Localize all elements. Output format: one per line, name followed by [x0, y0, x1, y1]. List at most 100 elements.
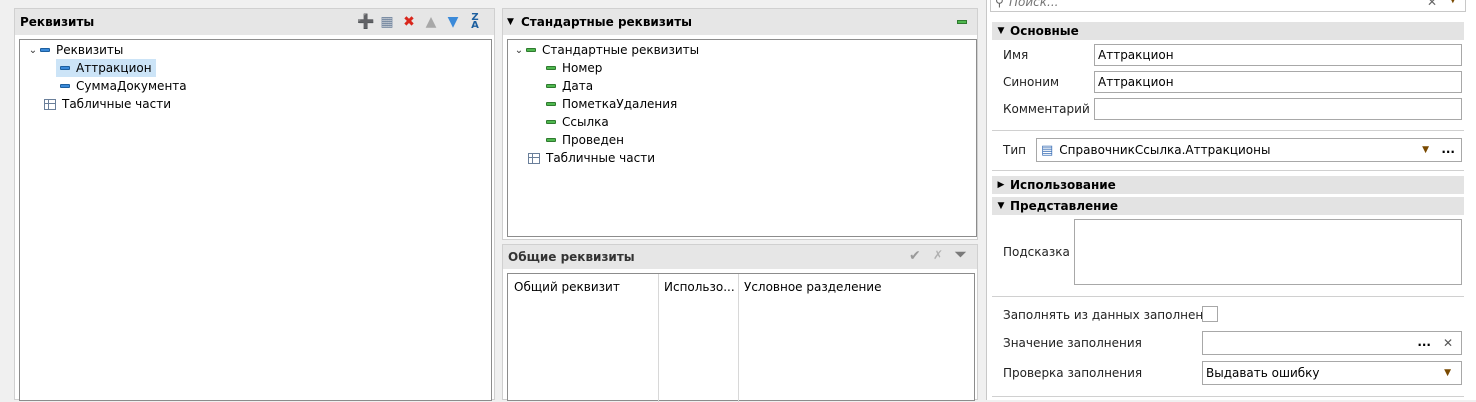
type-field[interactable]: ▤ СправочникСсылка.Аттракционы ▼ ...: [1036, 138, 1462, 162]
move-down-icon[interactable]: ▼: [445, 14, 461, 30]
left-tree: ⌄ Реквизиты Аттракцион СуммаДокумента Та…: [19, 39, 492, 401]
add-table-icon[interactable]: ▦: [379, 14, 395, 30]
attribute-icon: [40, 48, 50, 52]
tree-item-label: СуммаДокумента: [76, 79, 187, 93]
sort-icon[interactable]: ZA: [467, 13, 483, 31]
section-usage-title: Использование: [1010, 178, 1116, 192]
tree-item-label: Проведен: [562, 133, 624, 147]
column-header-common-attribute[interactable]: Общий реквизит: [514, 280, 620, 294]
fill-from-data-checkbox[interactable]: [1202, 306, 1218, 322]
move-up-icon[interactable]: ▲: [423, 14, 439, 30]
common-attributes-panel: Общие реквизиты ✔ ✗ ⏷ Общий реквизит Исп…: [502, 244, 978, 402]
tree-item-ref[interactable]: Ссылка: [546, 113, 609, 131]
tree-item-label: Дата: [562, 79, 594, 93]
left-panel-title: Реквизиты: [20, 15, 95, 29]
tree-item-posted[interactable]: Проведен: [546, 131, 624, 149]
section-main[interactable]: ▼ Основные: [992, 22, 1464, 40]
tree-item-rekvizity[interactable]: ⌄ Реквизиты: [26, 41, 124, 59]
minimize-icon[interactable]: [957, 20, 967, 24]
fill-value-field[interactable]: ... ✕: [1202, 331, 1462, 355]
filter-icon[interactable]: ⏷: [955, 247, 966, 263]
tree-item-standard-attributes[interactable]: ⌄ Стандартные реквизиты: [512, 41, 699, 59]
common-attributes-header: Общие реквизиты ✔ ✗ ⏷: [503, 245, 977, 269]
tree-item-label: Стандартные реквизиты: [542, 43, 700, 57]
common-attributes-title: Общие реквизиты: [508, 250, 635, 264]
table-icon: [44, 98, 56, 110]
comment-label: Комментарий: [1003, 102, 1090, 116]
table-icon: [528, 152, 540, 164]
section-main-title: Основные: [1010, 24, 1079, 38]
column-header-usage[interactable]: Использо...: [664, 280, 735, 294]
tree-item-date[interactable]: Дата: [546, 77, 593, 95]
comment-field[interactable]: [1094, 98, 1462, 120]
divider: [992, 170, 1464, 171]
type-select-button[interactable]: ...: [1441, 142, 1455, 156]
column-header-conditional-separation[interactable]: Условное разделение: [744, 280, 882, 294]
attribute-icon: [60, 66, 70, 70]
tree-item-deletion-mark[interactable]: ПометкаУдаления: [546, 95, 677, 113]
check-icon[interactable]: ✔: [909, 248, 921, 264]
attribute-icon: [546, 102, 556, 106]
attribute-icon: [546, 84, 556, 88]
type-dropdown-icon[interactable]: ▼: [1422, 145, 1429, 155]
section-usage[interactable]: ▶ Использование: [992, 176, 1464, 194]
standard-attributes-title: Стандартные реквизиты: [521, 15, 693, 29]
chevron-down-icon[interactable]: ⌄: [512, 45, 526, 56]
column-divider: [658, 274, 659, 402]
standard-attributes-panel: ▼ Стандартные реквизиты ⌄ Стандартные ре…: [502, 8, 978, 240]
type-value: СправочникСсылка.Аттракционы: [1059, 143, 1271, 157]
fill-value-label: Значение заполнения: [1003, 336, 1142, 350]
tree-item-attraction[interactable]: Аттракцион: [56, 59, 156, 77]
fill-check-value: Выдавать ошибку: [1206, 366, 1320, 380]
tree-item-document-sum[interactable]: СуммаДокумента: [60, 77, 187, 95]
clear-search-icon[interactable]: ✕: [1427, 0, 1437, 9]
tree-item-label: Ссылка: [562, 115, 609, 129]
tree-item-label: Реквизиты: [56, 43, 124, 57]
tree-item-label: Табличные части: [546, 151, 655, 165]
fill-value-select-button[interactable]: ...: [1417, 335, 1431, 349]
tree-item-tabular-sections[interactable]: Табличные части: [528, 149, 655, 167]
synonym-field[interactable]: Аттракцион: [1094, 71, 1462, 93]
dropdown-icon[interactable]: ▼: [1449, 0, 1457, 5]
hint-textarea[interactable]: [1074, 219, 1462, 285]
section-presentation[interactable]: ▼ Представление: [992, 197, 1464, 215]
delete-icon[interactable]: ✖: [401, 14, 417, 30]
catalog-ref-icon: ▤: [1041, 142, 1054, 158]
collapse-icon: ▼: [997, 26, 1005, 36]
add-attribute-icon[interactable]: ➕: [357, 14, 374, 30]
search-input[interactable]: [1007, 0, 1407, 10]
uncheck-icon[interactable]: ✗: [933, 248, 943, 262]
section-presentation-title: Представление: [1010, 199, 1118, 213]
standard-attributes-header: ▼ Стандартные реквизиты: [503, 9, 977, 35]
name-field[interactable]: Аттракцион: [1094, 44, 1462, 66]
collapse-icon[interactable]: ▼: [507, 17, 521, 27]
tree-item-label: Номер: [562, 61, 603, 75]
fill-check-select[interactable]: Выдавать ошибку ▼: [1202, 361, 1462, 385]
hint-label: Подсказка: [1003, 245, 1070, 259]
synonym-label: Синоним: [1003, 75, 1060, 89]
tree-item-label: Табличные части: [62, 97, 171, 111]
attribute-icon: [60, 84, 70, 88]
tree-item-number[interactable]: Номер: [546, 59, 602, 77]
divider: [992, 130, 1464, 131]
collapse-icon: ▼: [997, 201, 1005, 211]
common-attributes-table: Общий реквизит Использо... Условное разд…: [507, 273, 975, 402]
type-label: Тип: [1003, 143, 1026, 157]
attribute-icon: [546, 138, 556, 142]
search-icon: ⚲: [995, 0, 1004, 9]
tree-item-tabular-sections[interactable]: Табличные части: [44, 95, 171, 113]
name-label: Имя: [1003, 48, 1029, 62]
column-divider: [738, 274, 739, 402]
properties-search: ⚲ ✕ ▼: [990, 0, 1466, 12]
chevron-down-icon[interactable]: ⌄: [26, 45, 40, 56]
divider: [992, 296, 1464, 297]
fill-value-clear-icon[interactable]: ✕: [1443, 336, 1453, 350]
fill-check-dropdown-icon[interactable]: ▼: [1444, 368, 1451, 378]
divider: [992, 396, 1464, 397]
expand-icon: ▶: [997, 180, 1005, 190]
fill-from-data-label: Заполнять из данных заполнения: [1003, 308, 1219, 322]
attribute-icon: [546, 120, 556, 124]
tree-item-label: Аттракцион: [76, 61, 152, 75]
tree-item-label: ПометкаУдаления: [562, 97, 678, 111]
left-toolbar: ➕ ▦ ✖ ▲ ▼ ZA: [355, 13, 495, 31]
